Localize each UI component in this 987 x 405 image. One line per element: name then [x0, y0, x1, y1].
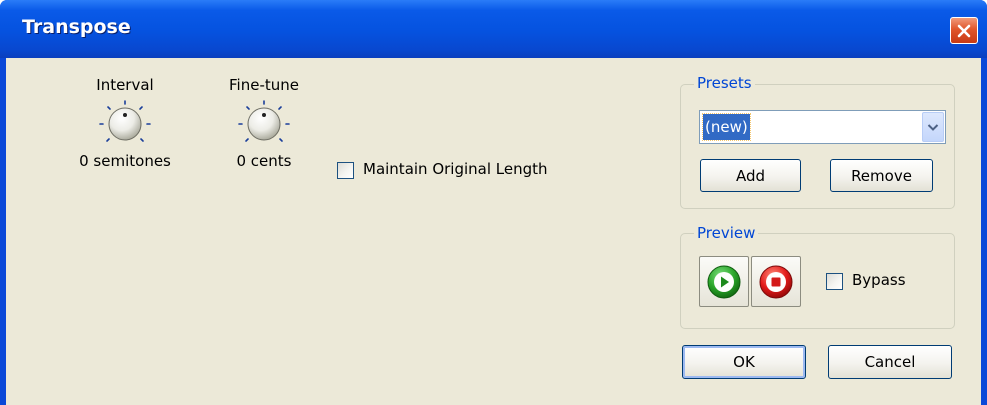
finetune-knob-icon[interactable]: [229, 96, 299, 154]
interval-value: 0 semitones: [79, 152, 171, 170]
interval-control: Interval 0 semitones: [66, 76, 184, 170]
cancel-button[interactable]: Cancel: [828, 345, 952, 379]
remove-preset-button[interactable]: Remove: [830, 159, 933, 192]
preview-stop-button[interactable]: [751, 256, 801, 307]
presets-selected-value: (new): [702, 113, 751, 141]
maintain-length-label[interactable]: Maintain Original Length: [363, 160, 548, 178]
interval-label: Interval: [96, 76, 154, 94]
dialog-body: Interval 0 semitones Fine-tune 0 cents M…: [6, 58, 981, 405]
finetune-value: 0 cents: [236, 152, 292, 170]
close-icon: [957, 24, 971, 37]
transpose-dialog: Transpose Interval 0 semitones Fine-tune…: [0, 0, 987, 405]
bypass-checkbox[interactable]: [826, 273, 843, 290]
finetune-label: Fine-tune: [229, 76, 299, 94]
ok-label: OK: [733, 353, 755, 371]
remove-preset-label: Remove: [851, 166, 912, 185]
maintain-length-checkbox[interactable]: [337, 162, 354, 179]
preview-legend: Preview: [694, 224, 759, 242]
ok-button[interactable]: OK: [682, 345, 806, 379]
bypass-label[interactable]: Bypass: [852, 271, 906, 289]
close-button[interactable]: [950, 17, 978, 44]
presets-legend: Presets: [694, 74, 755, 92]
finetune-control: Fine-tune 0 cents: [219, 76, 309, 170]
chevron-down-icon: [927, 123, 939, 131]
dropdown-arrow-button[interactable]: [922, 112, 944, 142]
interval-knob-icon[interactable]: [90, 96, 160, 154]
presets-dropdown[interactable]: (new): [699, 110, 946, 144]
add-preset-label: Add: [735, 166, 766, 185]
stop-icon: [759, 265, 793, 298]
play-icon: [707, 265, 741, 298]
window-title: Transpose: [22, 16, 131, 38]
cancel-label: Cancel: [864, 353, 916, 371]
add-preset-button[interactable]: Add: [700, 159, 801, 192]
preview-play-button[interactable]: [699, 256, 749, 307]
title-bar[interactable]: Transpose: [0, 0, 987, 58]
